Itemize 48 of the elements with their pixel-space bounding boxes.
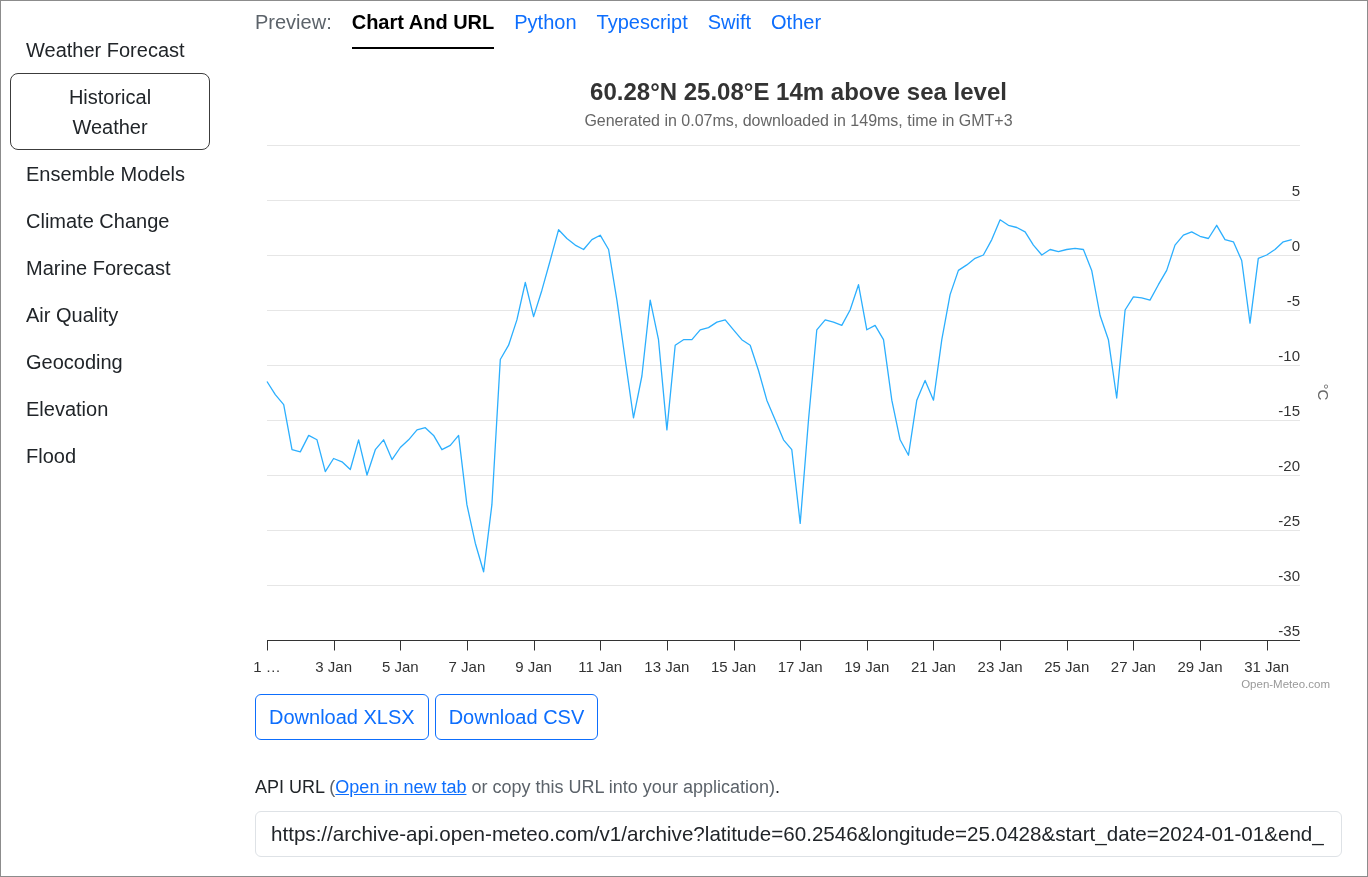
x-axis-label: 9 Jan	[515, 658, 552, 675]
open-in-new-tab-link[interactable]: Open in new tab	[335, 777, 467, 797]
x-axis-label: 5 Jan	[381, 658, 419, 675]
url-field[interactable]: https://archive-api.open-meteo.com/v1/archive?latitude=60.2546&longitude=25.0428&start_date=2024-01-01&end_	[255, 811, 1342, 857]
y-axis-label: -10	[1278, 346, 1300, 364]
y-axis-label: 0	[1291, 236, 1300, 254]
download-button[interactable]: Download XLSX	[255, 694, 429, 740]
x-axis-label: 17 Jan	[777, 658, 823, 675]
x-axis-label: 23 Jan	[977, 658, 1023, 675]
sidebar-item[interactable]: Geocoding	[10, 338, 210, 385]
y-axis-label: -25	[1278, 511, 1300, 529]
y-axis-label: 5	[1291, 181, 1300, 199]
x-axis-label: 3 Jan	[315, 658, 352, 675]
sidebar-item[interactable]: Air Quality	[10, 291, 210, 338]
x-axis-label: 7 Jan	[448, 658, 486, 675]
y-axis-label: -5	[1286, 291, 1300, 309]
x-axis-label: 19 Jan	[844, 658, 890, 675]
preview-tab[interactable]: Python	[514, 1, 577, 49]
y-axis-label: -15	[1278, 401, 1300, 419]
x-axis-label: 25 Jan	[1044, 658, 1090, 675]
y-axis-title: °C	[1315, 383, 1332, 401]
y-axis-label: -35	[1278, 621, 1300, 639]
sidebar-item[interactable]: Ensemble Models	[10, 150, 210, 197]
x-axis-label: 1 …	[253, 658, 281, 675]
preview-tab[interactable]: Other	[771, 1, 822, 49]
preview-tab[interactable]: Typescript	[596, 1, 688, 49]
x-axis-label: 13 Jan	[644, 658, 690, 675]
sidebar-item[interactable]: Climate Change	[10, 197, 210, 244]
preview-tab[interactable]: Swift	[707, 1, 752, 49]
preview-label: Preview:	[255, 10, 332, 35]
sidebar-item[interactable]: Weather Forecast	[10, 26, 210, 73]
sidebar-item[interactable]: Elevation	[10, 385, 210, 432]
y-axis-label: -30	[1278, 566, 1300, 584]
x-axis-label: 11 Jan	[578, 658, 623, 675]
x-axis-label: 29 Jan	[1177, 658, 1223, 675]
y-axis-label: -20	[1278, 456, 1300, 474]
download-button[interactable]: Download CSV	[434, 694, 599, 740]
sidebar-item[interactable]: Flood	[10, 432, 210, 479]
sidebar-item[interactable]: Marine Forecast	[10, 244, 210, 291]
x-axis-label: 15 Jan	[711, 658, 757, 675]
x-axis-label: 31 Jan	[1244, 658, 1290, 675]
chart-subtitle: Generated in 0.07ms, downloaded in 149ms, time in GMT+3	[583, 111, 1014, 131]
sidebar-item[interactable]: Historical Weather	[10, 73, 210, 150]
chart-title: 60.28°N 25.08°E 14m above sea level	[589, 77, 1008, 107]
api-url-caption: API URL (Open in new tab or copy this URL into your application).	[255, 776, 781, 799]
x-axis-label: 21 Jan	[910, 658, 956, 675]
x-axis-label: 27 Jan	[1110, 658, 1156, 675]
preview-tab[interactable]: Chart And URL	[351, 1, 495, 49]
